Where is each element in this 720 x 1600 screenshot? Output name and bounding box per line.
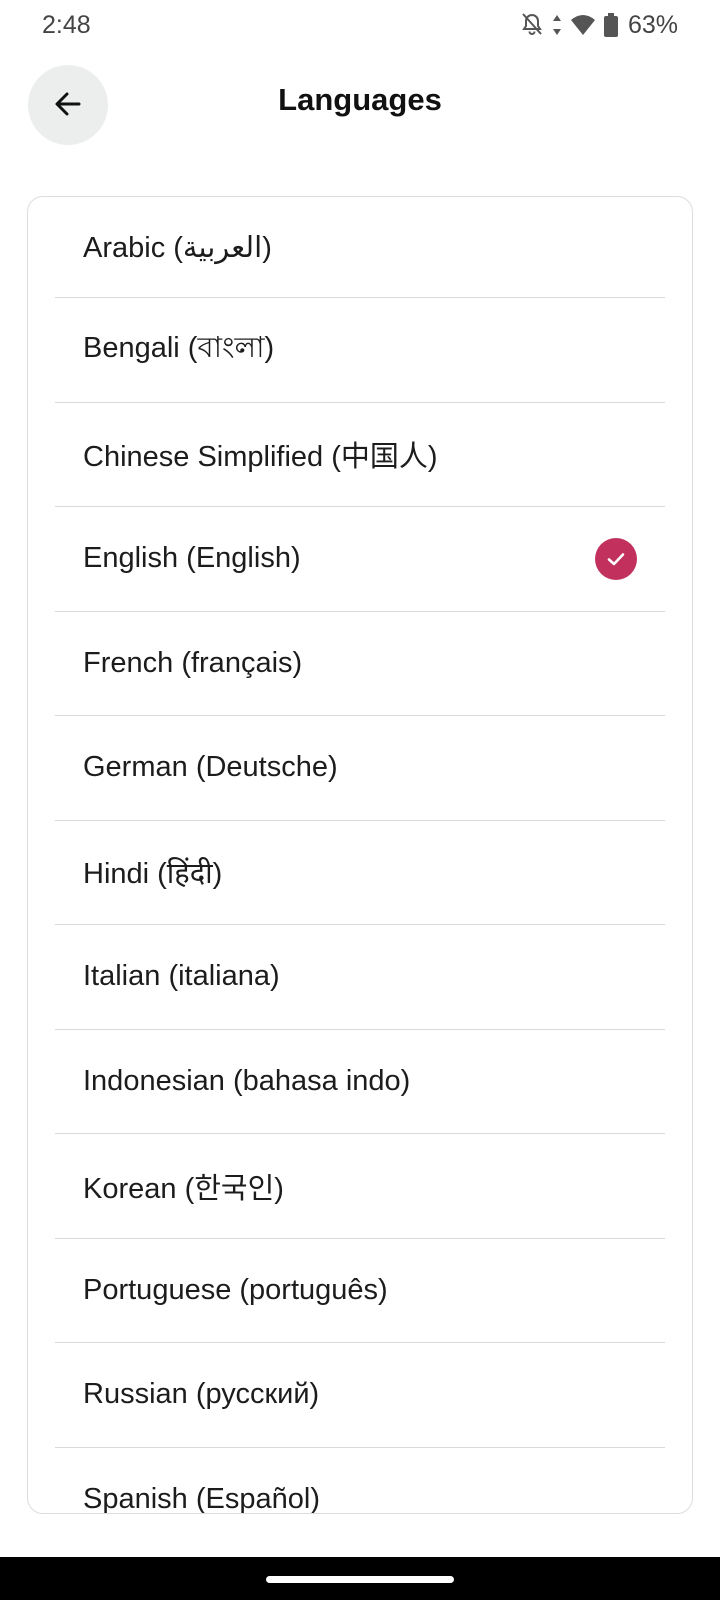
language-list-card: Arabic (العربية) Bengali (বাংলা) Chinese S… (27, 196, 693, 1514)
language-label: Bengali (বাংলা) (83, 332, 275, 365)
language-option[interactable]: Hindi (हिंदी) (55, 821, 665, 925)
home-indicator[interactable] (266, 1576, 454, 1583)
status-bar: 2:48 63% (0, 0, 720, 50)
battery-icon (603, 13, 618, 37)
wifi-icon (570, 14, 596, 36)
language-option[interactable]: Russian (русский) (55, 1343, 665, 1448)
language-label: Indonesian (bahasa indo) (83, 1064, 411, 1097)
language-label: Portuguese (português) (83, 1273, 388, 1306)
language-option[interactable]: Arabic (العربية) (55, 197, 665, 298)
notifications-off-icon (520, 12, 544, 38)
top-app-bar: Languages (0, 64, 720, 145)
language-label: Korean (한국인) (83, 1172, 284, 1205)
language-option[interactable]: Italian (italiana) (55, 925, 665, 1030)
navigation-bar (0, 1557, 720, 1600)
language-option[interactable]: Indonesian (bahasa indo) (55, 1030, 665, 1134)
language-option[interactable]: French (français) (55, 612, 665, 716)
language-option[interactable]: Portuguese (português) (55, 1239, 665, 1343)
page-title: Languages (278, 82, 442, 117)
language-option[interactable]: Chinese Simplified (中国人) (55, 403, 665, 507)
battery-percentage: 63% (627, 10, 678, 39)
language-list: Arabic (العربية) Bengali (বাংলা) Chinese S… (28, 197, 692, 1514)
language-label: English (English) (83, 542, 301, 575)
language-option[interactable]: Korean (한국인) (55, 1134, 665, 1239)
language-label: German (Deutsche) (83, 751, 338, 784)
language-option[interactable]: Bengali (বাংলা) (55, 298, 665, 403)
language-option[interactable]: Spanish (Español) (55, 1448, 665, 1514)
language-label: French (français) (83, 646, 303, 679)
check-icon (595, 537, 637, 580)
data-arrows-icon (552, 13, 562, 37)
language-label: Chinese Simplified (中国人) (83, 441, 438, 474)
language-option[interactable]: German (Deutsche) (55, 716, 665, 821)
language-label: Italian (italiana) (83, 960, 280, 993)
language-label: Hindi (हिंदी) (83, 857, 223, 890)
status-icons: 63% (520, 10, 678, 40)
status-time: 2:48 (42, 11, 91, 39)
language-label: Arabic (العربية) (83, 231, 272, 264)
language-label: Russian (русский) (83, 1378, 320, 1411)
language-option[interactable]: English (English) (55, 507, 665, 612)
language-label: Spanish (Español) (83, 1482, 320, 1514)
